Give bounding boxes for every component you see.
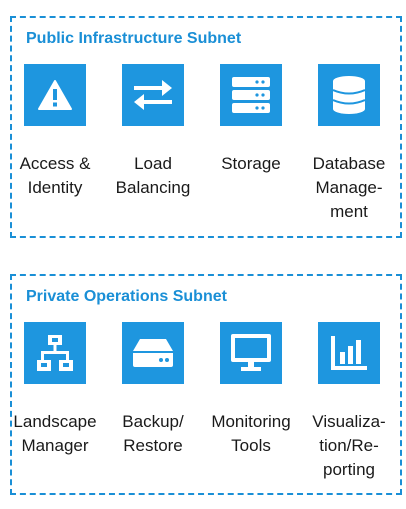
bar-chart-icon	[331, 336, 367, 370]
label-line: Load	[134, 154, 172, 173]
backup-restore-tile	[122, 322, 184, 384]
label-line: porting	[323, 460, 375, 479]
label-line: Landscape	[13, 412, 97, 431]
monitor-icon	[231, 334, 271, 371]
visualization-reporting-label: Visualiza- tion/Re- porting	[299, 410, 399, 482]
subnet-title: Private Operations Subnet	[26, 288, 227, 305]
label-line: ment	[330, 202, 368, 221]
transfer-arrows-icon	[134, 80, 172, 110]
storage-tile	[220, 64, 282, 126]
label-line: Access &	[19, 154, 91, 173]
label-line: Tools	[231, 436, 271, 455]
database-icon	[333, 76, 365, 114]
monitoring-tools-label: Monitoring Tools	[201, 410, 301, 458]
load-balancing-label: Load Balancing	[103, 152, 203, 200]
private-operations-subnet: Private Operations Subnet Landscape Mana…	[10, 274, 402, 495]
label-line: Visualiza-	[312, 412, 386, 431]
label-line: tion/Re-	[319, 436, 379, 455]
access-identity-tile	[24, 64, 86, 126]
public-infrastructure-subnet: Public Infrastructure Subnet Access & Id…	[10, 16, 402, 238]
backup-restore-label: Backup/ Restore	[103, 410, 203, 458]
warning-icon	[38, 80, 72, 110]
storage-label: Storage	[201, 152, 301, 176]
server-stack-icon	[232, 77, 270, 113]
access-identity-label: Access & Identity	[5, 152, 105, 200]
subnet-title: Public Infrastructure Subnet	[26, 30, 242, 47]
label-line: Identity	[27, 178, 83, 197]
landscape-manager-label: Landscape Manager	[5, 410, 105, 458]
database-management-tile	[318, 64, 380, 126]
label-line: Balancing	[115, 178, 191, 197]
monitoring-tools-tile	[220, 322, 282, 384]
database-management-label: Database Manage- ment	[299, 152, 399, 224]
label-line: Restore	[123, 436, 183, 455]
label-line: Manager	[21, 436, 89, 455]
label-line: Database	[312, 154, 386, 173]
label-line: Manage-	[315, 178, 383, 197]
label-line: Backup/	[122, 412, 184, 431]
label-line: Storage	[221, 154, 281, 173]
load-balancing-tile	[122, 64, 184, 126]
network-hierarchy-icon	[37, 335, 73, 371]
landscape-manager-tile	[24, 322, 86, 384]
visualization-reporting-tile	[318, 322, 380, 384]
label-line: Monitoring	[211, 412, 291, 431]
hard-drive-icon	[133, 339, 173, 367]
